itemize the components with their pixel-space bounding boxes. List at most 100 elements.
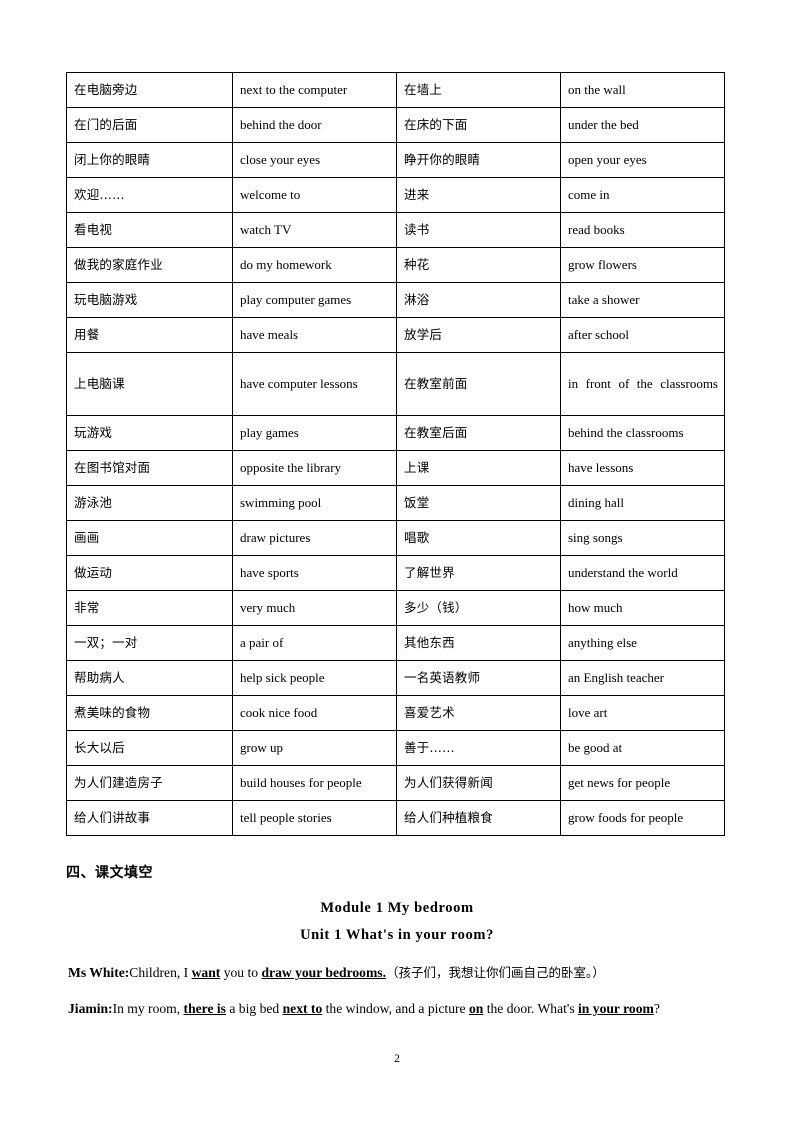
table-row: 在门的后面 behind the door 在床的下面 under the bed bbox=[66, 107, 725, 143]
vocabulary-table-container: 在电脑旁边 next to the computer 在墙上 on the wall 在… bbox=[66, 72, 725, 836]
vocab-cell-english: anything else bbox=[560, 625, 725, 661]
unit-title: Unit 1 What's in your room? bbox=[300, 927, 494, 943]
table-row: 上电脑课 have computer lessons 在教室前面 in front o… bbox=[66, 352, 725, 416]
dialogue-segment: the door. What's bbox=[483, 1001, 579, 1016]
table-row: 煮美味的食物 cook nice food 喜爱艺术 love art bbox=[66, 695, 725, 731]
table-row: 闭上你的眼睛 close your eyes 睁开你的眼睛 open your eye… bbox=[66, 142, 725, 178]
vocab-cell-english: tell people stories bbox=[232, 800, 397, 836]
vocab-cell-chinese: 在门的后面 bbox=[66, 107, 233, 143]
dialogue-blank-answer: in your room bbox=[578, 1001, 654, 1016]
vocab-cell-chinese: 给人们种植粮食 bbox=[396, 800, 561, 836]
vocab-cell-english: how much bbox=[560, 590, 725, 626]
vocab-cell-english: a pair of bbox=[232, 625, 397, 661]
vocab-cell-english: welcome to bbox=[232, 177, 397, 213]
vocab-cell-english: on the wall bbox=[560, 72, 725, 108]
vocab-cell-english: draw pictures bbox=[232, 520, 397, 556]
vocab-cell-chinese: 一名英语教师 bbox=[396, 660, 561, 696]
table-row: 玩游戏 play games 在教室后面 behind the classrooms bbox=[66, 415, 725, 451]
vocab-cell-english: watch TV bbox=[232, 212, 397, 248]
vocab-cell-english: dining hall bbox=[560, 485, 725, 521]
vocab-cell-english: have meals bbox=[232, 317, 397, 353]
vocab-cell-chinese: 一双；一对 bbox=[66, 625, 233, 661]
vocab-cell-chinese: 煮美味的食物 bbox=[66, 695, 233, 731]
table-row: 在图书馆对面 opposite the library 上课 have lessons bbox=[66, 450, 725, 486]
vocab-cell-english: cook nice food bbox=[232, 695, 397, 731]
vocabulary-table-body: 在电脑旁边 next to the computer 在墙上 on the wall 在… bbox=[66, 72, 725, 836]
dialogue-translation: （孩子们，我想让你们画自己的卧室。） bbox=[385, 965, 605, 980]
vocab-cell-english: play games bbox=[232, 415, 397, 451]
vocab-cell-chinese: 放学后 bbox=[396, 317, 561, 353]
vocab-cell-chinese: 睁开你的眼睛 bbox=[396, 142, 561, 178]
table-row: 非常 very much 多少（钱） how much bbox=[66, 590, 725, 626]
vocab-cell-english: grow up bbox=[232, 730, 397, 766]
vocab-cell-chinese: 在电脑旁边 bbox=[66, 72, 233, 108]
vocab-cell-english: an English teacher bbox=[560, 660, 725, 696]
dialogue-blank-answer: draw your bedrooms. bbox=[261, 965, 386, 980]
vocab-cell-chinese: 玩游戏 bbox=[66, 415, 233, 451]
table-row: 欢迎…… welcome to 进来 come in bbox=[66, 177, 725, 213]
vocab-cell-english: behind the classrooms bbox=[560, 415, 725, 451]
dialogue-segment: the window, and a picture bbox=[322, 1001, 469, 1016]
section-heading: 四、课文填空 bbox=[66, 865, 153, 881]
table-row: 给人们讲故事 tell people stories 给人们种植粮食 grow foo… bbox=[66, 800, 725, 836]
vocab-cell-english: very much bbox=[232, 590, 397, 626]
vocab-cell-chinese: 在图书馆对面 bbox=[66, 450, 233, 486]
vocab-cell-chinese: 读书 bbox=[396, 212, 561, 248]
table-row: 用餐 have meals 放学后 after school bbox=[66, 317, 725, 353]
vocab-cell-english: grow flowers bbox=[560, 247, 725, 283]
vocab-cell-english: build houses for people bbox=[232, 765, 397, 801]
vocab-cell-chinese: 给人们讲故事 bbox=[66, 800, 233, 836]
vocab-cell-english: come in bbox=[560, 177, 725, 213]
vocab-cell-english: get news for people bbox=[560, 765, 725, 801]
vocab-cell-chinese: 上电脑课 bbox=[66, 352, 233, 416]
vocab-cell-chinese: 其他东西 bbox=[396, 625, 561, 661]
vocab-cell-english: be good at bbox=[560, 730, 725, 766]
vocab-cell-chinese: 在床的下面 bbox=[396, 107, 561, 143]
vocab-cell-english: after school bbox=[560, 317, 725, 353]
vocab-cell-english: love art bbox=[560, 695, 725, 731]
dialogue-segment: ? bbox=[653, 1001, 660, 1016]
vocab-cell-english: under the bed bbox=[560, 107, 725, 143]
table-row: 做我的家庭作业 do my homework 种花 grow flowers bbox=[66, 247, 725, 283]
speaker-name-jiamin: Jiamin: bbox=[68, 1001, 113, 1016]
module-title: Module 1 My bedroom bbox=[320, 900, 474, 916]
vocab-cell-chinese: 画画 bbox=[66, 520, 233, 556]
vocab-cell-chinese: 上课 bbox=[396, 450, 561, 486]
vocab-cell-english: take a shower bbox=[560, 282, 725, 318]
vocab-cell-chinese: 善于…… bbox=[396, 730, 561, 766]
vocab-cell-english: play computer games bbox=[232, 282, 397, 318]
vocab-cell-english: next to the computer bbox=[232, 72, 397, 108]
dialogue-segment: you to bbox=[220, 965, 262, 980]
vocab-cell-english: understand the world bbox=[560, 555, 725, 591]
vocab-cell-chinese: 淋浴 bbox=[396, 282, 561, 318]
dialogue-blank-answer: there is bbox=[183, 1001, 226, 1016]
vocab-cell-chinese: 在墙上 bbox=[396, 72, 561, 108]
vocab-cell-chinese: 为人们建造房子 bbox=[66, 765, 233, 801]
vocab-cell-chinese: 欢迎…… bbox=[66, 177, 233, 213]
vocab-cell-chinese: 帮助病人 bbox=[66, 660, 233, 696]
vocab-cell-english: help sick people bbox=[232, 660, 397, 696]
vocab-cell-english: sing songs bbox=[560, 520, 725, 556]
vocab-cell-chinese: 非常 bbox=[66, 590, 233, 626]
vocab-cell-chinese: 种花 bbox=[396, 247, 561, 283]
page-number: 2 bbox=[394, 1053, 400, 1065]
vocab-cell-english: have computer lessons bbox=[232, 352, 397, 416]
vocab-cell-english: opposite the library bbox=[232, 450, 397, 486]
vocab-cell-chinese: 饭堂 bbox=[396, 485, 561, 521]
table-row: 一双；一对 a pair of 其他东西 anything else bbox=[66, 625, 725, 661]
document-page: 在电脑旁边 next to the computer 在墙上 on the wall 在… bbox=[0, 0, 794, 1123]
dialogue-line-ms-white: Ms White:Children, I want you to draw yo… bbox=[68, 962, 724, 984]
vocab-cell-chinese: 在教室前面 bbox=[396, 352, 561, 416]
vocab-cell-chinese: 长大以后 bbox=[66, 730, 233, 766]
vocab-cell-chinese: 用餐 bbox=[66, 317, 233, 353]
dialogue-blank-answer: want bbox=[191, 965, 221, 980]
speaker-name-ms-white: Ms White: bbox=[68, 965, 130, 980]
vocab-cell-chinese: 玩电脑游戏 bbox=[66, 282, 233, 318]
vocab-cell-chinese: 做运动 bbox=[66, 555, 233, 591]
vocab-cell-english: have sports bbox=[232, 555, 397, 591]
vocab-cell-chinese: 在教室后面 bbox=[396, 415, 561, 451]
vocab-cell-chinese: 看电视 bbox=[66, 212, 233, 248]
vocab-cell-chinese: 喜爱艺术 bbox=[396, 695, 561, 731]
vocab-cell-english: in front of the classrooms bbox=[560, 352, 725, 416]
dialogue-segment: Children, I bbox=[129, 965, 192, 980]
